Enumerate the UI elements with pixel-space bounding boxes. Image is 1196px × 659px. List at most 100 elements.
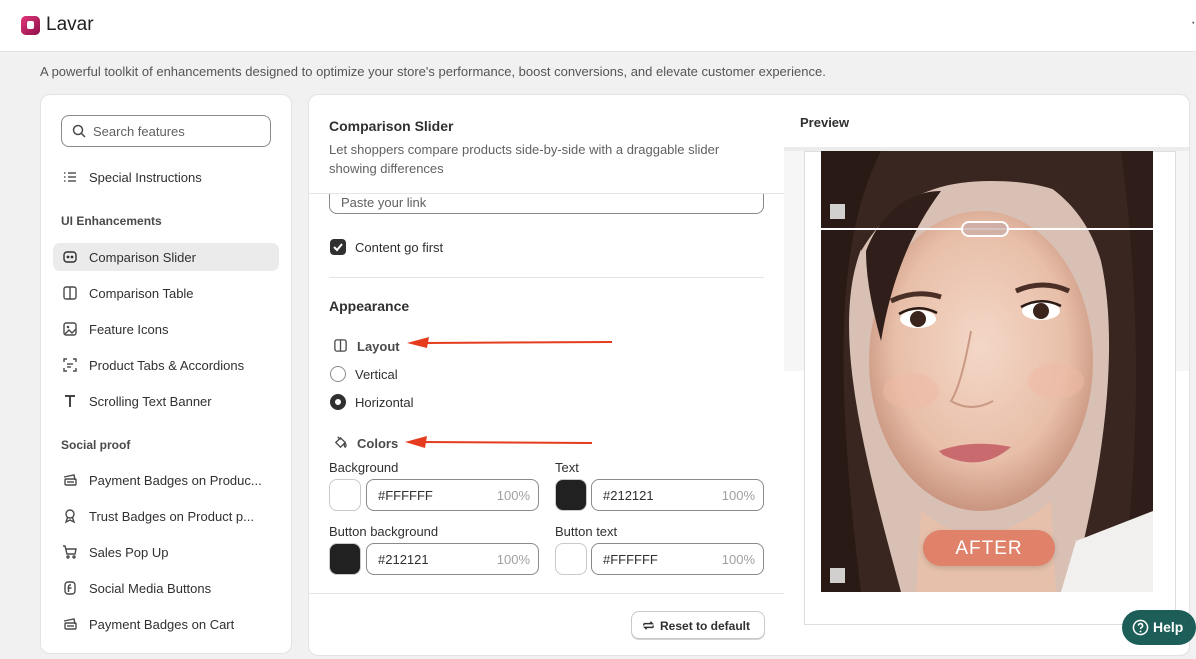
annotation-arrow-colors bbox=[405, 436, 593, 448]
section-heading-social-proof: Social proof bbox=[61, 438, 131, 452]
button-text-color-swatch[interactable] bbox=[555, 543, 587, 575]
award-icon bbox=[64, 509, 76, 524]
sidebar-item-label: Feature Icons bbox=[89, 322, 169, 337]
search-input[interactable]: Search features bbox=[61, 115, 271, 147]
sidebar-item-payment-badges-product[interactable]: Payment Badges on Produc... bbox=[53, 466, 279, 494]
sidebar-item-label: Scrolling Text Banner bbox=[89, 394, 212, 409]
reset-icon bbox=[643, 621, 654, 630]
hex-value: #212121 bbox=[603, 488, 654, 503]
opacity-value: 100% bbox=[721, 552, 755, 567]
background-color-swatch[interactable] bbox=[329, 479, 361, 511]
cash-icon bbox=[63, 474, 77, 486]
sidebar-item-label: Sales Pop Up bbox=[89, 545, 169, 560]
slider-drag-handle[interactable] bbox=[961, 221, 1009, 237]
reset-to-default-button[interactable]: Reset to default bbox=[631, 611, 765, 639]
page-subtitle: A powerful toolkit of enhancements desig… bbox=[40, 64, 826, 79]
content-first-label: Content go first bbox=[355, 240, 444, 255]
feature-title: Comparison Slider bbox=[329, 118, 454, 134]
more-actions-icon[interactable]: · bbox=[1191, 14, 1196, 32]
hex-value: #FFFFFF bbox=[603, 552, 658, 567]
help-label: Help bbox=[1153, 619, 1184, 635]
list-icon bbox=[64, 172, 76, 182]
sidebar-item-trust-badges[interactable]: Trust Badges on Product p... bbox=[53, 502, 279, 530]
sidebar-item-label: Special Instructions bbox=[89, 170, 202, 185]
compare-icon bbox=[63, 251, 77, 263]
social-icon bbox=[64, 581, 76, 595]
settings-panel: Comparison Slider Let shoppers compare p… bbox=[308, 94, 1190, 656]
corner-marker bbox=[830, 568, 845, 583]
search-icon bbox=[72, 124, 86, 138]
sidebar-item-label: Social Media Buttons bbox=[89, 581, 212, 596]
feature-sidebar: Search features Special Instructions UI … bbox=[40, 94, 292, 654]
after-badge-label: AFTER bbox=[955, 538, 1023, 559]
help-button[interactable]: Help bbox=[1122, 610, 1196, 645]
sidebar-item-label: Payment Badges on Produc... bbox=[89, 473, 262, 488]
link-input[interactable]: Paste your link bbox=[329, 194, 764, 214]
settings-footer: Reset to default bbox=[309, 593, 784, 655]
text-color-input[interactable]: #212121 100% bbox=[591, 479, 764, 511]
opacity-value: 100% bbox=[496, 552, 530, 567]
layout-heading-label: Layout bbox=[357, 339, 400, 354]
button-text-color-label: Button text bbox=[555, 524, 618, 539]
sidebar-item-comparison-slider[interactable]: Comparison Slider bbox=[53, 243, 279, 271]
sidebar-item-label: Comparison Slider bbox=[89, 250, 196, 265]
comparison-slider-preview[interactable]: AFTER bbox=[821, 151, 1153, 592]
top-bar: Lavar · bbox=[0, 0, 1196, 52]
question-circle-icon bbox=[1132, 619, 1149, 636]
paint-bucket-icon bbox=[334, 436, 347, 449]
hex-value: #212121 bbox=[378, 552, 429, 567]
sidebar-item-comparison-table[interactable]: Comparison Table bbox=[53, 279, 279, 307]
link-input-placeholder: Paste your link bbox=[341, 195, 427, 210]
button-text-color-input[interactable]: #FFFFFF 100% bbox=[591, 543, 764, 575]
appearance-heading: Appearance bbox=[329, 298, 410, 314]
button-background-color-swatch[interactable] bbox=[329, 543, 361, 575]
reset-label: Reset to default bbox=[660, 619, 751, 633]
sidebar-item-scrolling-text-banner[interactable]: Scrolling Text Banner bbox=[53, 387, 279, 415]
app-name: Lavar bbox=[46, 14, 94, 35]
sidebar-item-social-media-buttons[interactable]: Social Media Buttons bbox=[53, 574, 279, 602]
annotation-arrow-layout bbox=[407, 337, 613, 348]
sidebar-item-sales-pop-up[interactable]: Sales Pop Up bbox=[53, 538, 279, 566]
layout-vertical-label: Vertical bbox=[355, 367, 398, 382]
checkmark-icon bbox=[333, 243, 343, 252]
layout-vertical-radio[interactable] bbox=[330, 366, 346, 382]
sidebar-item-feature-icons[interactable]: Feature Icons bbox=[53, 315, 279, 343]
divider bbox=[329, 277, 764, 278]
sidebar-item-label: Product Tabs & Accordions bbox=[89, 358, 245, 373]
cash-icon bbox=[63, 618, 77, 630]
preview-heading: Preview bbox=[800, 115, 850, 130]
settings-scroll-area[interactable]: Paste your link Content go first Appeara… bbox=[309, 193, 784, 593]
sidebar-item-payment-badges-cart[interactable]: Payment Badges on Cart bbox=[53, 610, 279, 638]
section-heading-ui-enhancements: UI Enhancements bbox=[61, 214, 162, 228]
background-color-label: Background bbox=[329, 460, 399, 475]
sidebar-item-label: Payment Badges on Cart bbox=[89, 617, 235, 632]
button-background-color-input[interactable]: #212121 100% bbox=[366, 543, 539, 575]
search-placeholder: Search features bbox=[93, 124, 185, 139]
image-icon bbox=[63, 322, 77, 336]
sidebar-item-label: Trust Badges on Product p... bbox=[89, 509, 254, 524]
opacity-value: 100% bbox=[496, 488, 530, 503]
columns-icon bbox=[63, 286, 77, 300]
button-background-color-label: Button background bbox=[329, 524, 439, 539]
feature-description: Let shoppers compare products side-by-si… bbox=[329, 142, 720, 176]
sidebar-item-product-tabs[interactable]: Product Tabs & Accordions bbox=[53, 351, 279, 379]
opacity-value: 100% bbox=[721, 488, 755, 503]
layout-horizontal-radio[interactable] bbox=[330, 394, 346, 410]
sidebar-item-label: Comparison Table bbox=[89, 286, 194, 301]
colors-heading-label: Colors bbox=[357, 436, 399, 451]
app-logo-icon bbox=[21, 16, 40, 35]
text-color-label: Text bbox=[555, 460, 579, 475]
cart-icon bbox=[63, 545, 77, 559]
background-color-input[interactable]: #FFFFFF 100% bbox=[366, 479, 539, 511]
corner-marker bbox=[830, 204, 845, 219]
text-color-swatch[interactable] bbox=[555, 479, 587, 511]
layout-icon bbox=[334, 339, 347, 352]
tabs-icon bbox=[63, 358, 77, 372]
sidebar-item-special-instructions[interactable]: Special Instructions bbox=[53, 163, 279, 191]
content-first-checkbox[interactable] bbox=[330, 239, 346, 255]
layout-horizontal-label: Horizontal bbox=[355, 395, 414, 410]
hex-value: #FFFFFF bbox=[378, 488, 433, 503]
after-badge: AFTER bbox=[923, 530, 1055, 566]
portrait-image bbox=[821, 151, 1153, 592]
text-icon bbox=[65, 395, 75, 407]
